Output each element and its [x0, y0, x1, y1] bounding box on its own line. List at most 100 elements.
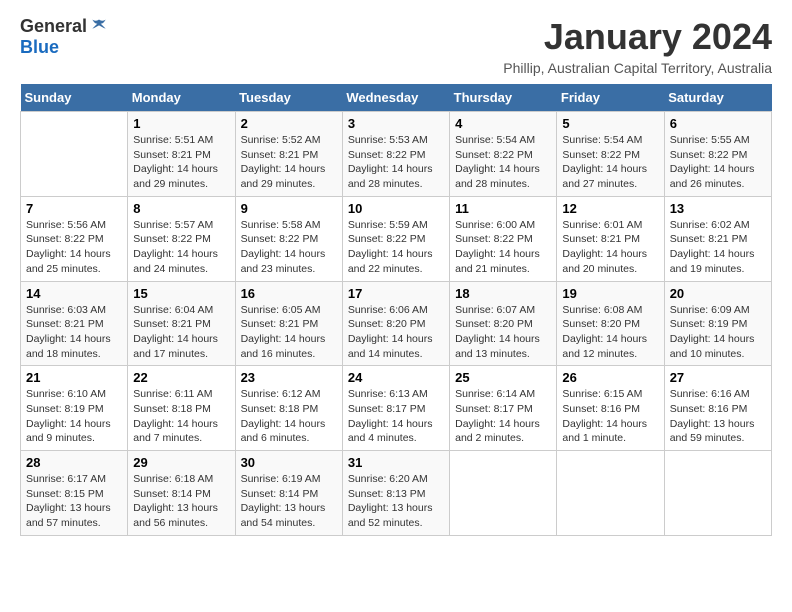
day-info: Sunrise: 5:57 AM Sunset: 8:22 PM Dayligh…: [133, 218, 229, 277]
day-number: 30: [241, 455, 337, 470]
logo-general-text: General: [20, 16, 87, 37]
day-info: Sunrise: 5:53 AM Sunset: 8:22 PM Dayligh…: [348, 133, 444, 192]
day-number: 9: [241, 201, 337, 216]
calendar-cell: 30 Sunrise: 6:19 AM Sunset: 8:14 PM Dayli…: [235, 451, 342, 536]
calendar-week-row: 21 Sunrise: 6:10 AM Sunset: 8:19 PM Dayli…: [21, 366, 772, 451]
calendar-cell: 18 Sunrise: 6:07 AM Sunset: 8:20 PM Dayli…: [450, 281, 557, 366]
day-number: 5: [562, 116, 658, 131]
day-number: 12: [562, 201, 658, 216]
day-number: 18: [455, 286, 551, 301]
calendar-week-row: 1 Sunrise: 5:51 AM Sunset: 8:21 PM Daylig…: [21, 112, 772, 197]
day-info: Sunrise: 6:19 AM Sunset: 8:14 PM Dayligh…: [241, 472, 337, 531]
day-number: 3: [348, 116, 444, 131]
calendar-cell: 31 Sunrise: 6:20 AM Sunset: 8:13 PM Dayli…: [342, 451, 449, 536]
day-info: Sunrise: 6:01 AM Sunset: 8:21 PM Dayligh…: [562, 218, 658, 277]
calendar-cell: [450, 451, 557, 536]
day-number: 17: [348, 286, 444, 301]
header-tuesday: Tuesday: [235, 84, 342, 112]
day-info: Sunrise: 6:16 AM Sunset: 8:16 PM Dayligh…: [670, 387, 766, 446]
day-number: 13: [670, 201, 766, 216]
calendar-cell: 25 Sunrise: 6:14 AM Sunset: 8:17 PM Dayli…: [450, 366, 557, 451]
day-number: 6: [670, 116, 766, 131]
day-info: Sunrise: 6:05 AM Sunset: 8:21 PM Dayligh…: [241, 303, 337, 362]
calendar-cell: 15 Sunrise: 6:04 AM Sunset: 8:21 PM Dayli…: [128, 281, 235, 366]
day-number: 29: [133, 455, 229, 470]
header-saturday: Saturday: [664, 84, 771, 112]
title-section: January 2024 Phillip, Australian Capital…: [503, 16, 772, 76]
day-number: 11: [455, 201, 551, 216]
calendar-cell: 10 Sunrise: 5:59 AM Sunset: 8:22 PM Dayli…: [342, 196, 449, 281]
day-info: Sunrise: 6:04 AM Sunset: 8:21 PM Dayligh…: [133, 303, 229, 362]
calendar-cell: 9 Sunrise: 5:58 AM Sunset: 8:22 PM Daylig…: [235, 196, 342, 281]
calendar-cell: [21, 112, 128, 197]
calendar-cell: [557, 451, 664, 536]
calendar-cell: 26 Sunrise: 6:15 AM Sunset: 8:16 PM Dayli…: [557, 366, 664, 451]
day-number: 22: [133, 370, 229, 385]
day-info: Sunrise: 6:06 AM Sunset: 8:20 PM Dayligh…: [348, 303, 444, 362]
day-info: Sunrise: 6:09 AM Sunset: 8:19 PM Dayligh…: [670, 303, 766, 362]
day-number: 25: [455, 370, 551, 385]
day-info: Sunrise: 5:58 AM Sunset: 8:22 PM Dayligh…: [241, 218, 337, 277]
calendar-cell: 13Sunrise: 6:02 AM Sunset: 8:21 PM Dayli…: [664, 196, 771, 281]
calendar-table: SundayMondayTuesdayWednesdayThursdayFrid…: [20, 84, 772, 536]
calendar-cell: 24 Sunrise: 6:13 AM Sunset: 8:17 PM Dayli…: [342, 366, 449, 451]
day-number: 28: [26, 455, 122, 470]
day-number: 14: [26, 286, 122, 301]
logo-blue-text: Blue: [20, 37, 59, 58]
header-sunday: Sunday: [21, 84, 128, 112]
day-info: Sunrise: 6:18 AM Sunset: 8:14 PM Dayligh…: [133, 472, 229, 531]
header: General Blue January 2024 Phillip, Austr…: [20, 16, 772, 76]
calendar-cell: 3 Sunrise: 5:53 AM Sunset: 8:22 PM Daylig…: [342, 112, 449, 197]
calendar-week-row: 28Sunrise: 6:17 AM Sunset: 8:15 PM Dayli…: [21, 451, 772, 536]
calendar-cell: 11 Sunrise: 6:00 AM Sunset: 8:22 PM Dayli…: [450, 196, 557, 281]
day-number: 20: [670, 286, 766, 301]
day-info: Sunrise: 6:10 AM Sunset: 8:19 PM Dayligh…: [26, 387, 122, 446]
day-number: 7: [26, 201, 122, 216]
calendar-cell: 22 Sunrise: 6:11 AM Sunset: 8:18 PM Dayli…: [128, 366, 235, 451]
day-info: Sunrise: 6:11 AM Sunset: 8:18 PM Dayligh…: [133, 387, 229, 446]
calendar-cell: 28Sunrise: 6:17 AM Sunset: 8:15 PM Dayli…: [21, 451, 128, 536]
day-info: Sunrise: 6:20 AM Sunset: 8:13 PM Dayligh…: [348, 472, 444, 531]
calendar-cell: 23 Sunrise: 6:12 AM Sunset: 8:18 PM Dayli…: [235, 366, 342, 451]
calendar-cell: 2Sunrise: 5:52 AM Sunset: 8:21 PM Daylig…: [235, 112, 342, 197]
calendar-cell: 17 Sunrise: 6:06 AM Sunset: 8:20 PM Dayli…: [342, 281, 449, 366]
day-info: Sunrise: 6:14 AM Sunset: 8:17 PM Dayligh…: [455, 387, 551, 446]
calendar-header-row: SundayMondayTuesdayWednesdayThursdayFrid…: [21, 84, 772, 112]
day-number: 1: [133, 116, 229, 131]
day-info: Sunrise: 6:12 AM Sunset: 8:18 PM Dayligh…: [241, 387, 337, 446]
day-number: 31: [348, 455, 444, 470]
day-info: Sunrise: 6:03 AM Sunset: 8:21 PM Dayligh…: [26, 303, 122, 362]
calendar-cell: 21 Sunrise: 6:10 AM Sunset: 8:19 PM Dayli…: [21, 366, 128, 451]
day-info: Sunrise: 5:51 AM Sunset: 8:21 PM Dayligh…: [133, 133, 229, 192]
day-info: Sunrise: 5:59 AM Sunset: 8:22 PM Dayligh…: [348, 218, 444, 277]
day-number: 27: [670, 370, 766, 385]
day-number: 16: [241, 286, 337, 301]
day-number: 21: [26, 370, 122, 385]
day-number: 23: [241, 370, 337, 385]
day-info: Sunrise: 6:08 AM Sunset: 8:20 PM Dayligh…: [562, 303, 658, 362]
header-thursday: Thursday: [450, 84, 557, 112]
day-number: 24: [348, 370, 444, 385]
day-info: Sunrise: 5:54 AM Sunset: 8:22 PM Dayligh…: [562, 133, 658, 192]
day-info: Sunrise: 6:07 AM Sunset: 8:20 PM Dayligh…: [455, 303, 551, 362]
calendar-cell: 8 Sunrise: 5:57 AM Sunset: 8:22 PM Daylig…: [128, 196, 235, 281]
day-info: Sunrise: 5:55 AM Sunset: 8:22 PM Dayligh…: [670, 133, 766, 192]
day-number: 8: [133, 201, 229, 216]
day-number: 10: [348, 201, 444, 216]
calendar-cell: 4 Sunrise: 5:54 AM Sunset: 8:22 PM Daylig…: [450, 112, 557, 197]
logo: General Blue: [20, 16, 109, 58]
day-info: Sunrise: 6:00 AM Sunset: 8:22 PM Dayligh…: [455, 218, 551, 277]
day-info: Sunrise: 5:54 AM Sunset: 8:22 PM Dayligh…: [455, 133, 551, 192]
logo-bird-icon: [89, 17, 109, 37]
calendar-week-row: 7 Sunrise: 5:56 AM Sunset: 8:22 PM Daylig…: [21, 196, 772, 281]
day-info: Sunrise: 6:13 AM Sunset: 8:17 PM Dayligh…: [348, 387, 444, 446]
day-info: Sunrise: 6:15 AM Sunset: 8:16 PM Dayligh…: [562, 387, 658, 446]
day-info: Sunrise: 5:56 AM Sunset: 8:22 PM Dayligh…: [26, 218, 122, 277]
day-number: 19: [562, 286, 658, 301]
calendar-cell: 19 Sunrise: 6:08 AM Sunset: 8:20 PM Dayli…: [557, 281, 664, 366]
calendar-cell: [664, 451, 771, 536]
day-number: 26: [562, 370, 658, 385]
day-number: 4: [455, 116, 551, 131]
day-number: 15: [133, 286, 229, 301]
calendar-cell: 1 Sunrise: 5:51 AM Sunset: 8:21 PM Daylig…: [128, 112, 235, 197]
